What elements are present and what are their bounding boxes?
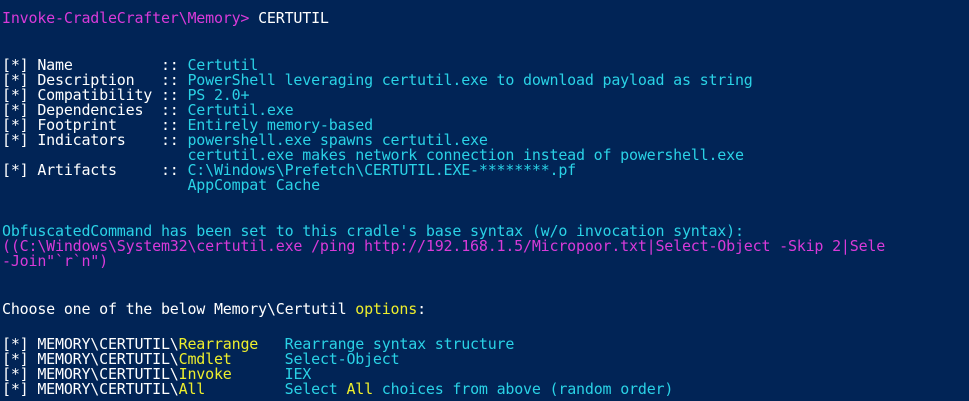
obfuscated-command-line-1: ((C:\Windows\System32\certutil.exe /ping…: [2, 237, 886, 255]
info-value: PowerShell leveraging certutil.exe to do…: [187, 71, 753, 89]
info-row-artifacts-cont: AppCompat Cache: [2, 178, 320, 193]
option-all[interactable]: [*] MEMORY\CERTUTIL\All Select All choic…: [2, 382, 673, 397]
choose-options-word: options: [355, 300, 418, 318]
prompt-path: Invoke-CradleCrafter\Memory>: [2, 9, 250, 27]
info-value: AppCompat Cache: [187, 176, 320, 194]
info-label: [2, 176, 187, 194]
powershell-console[interactable]: Invoke-CradleCrafter\Memory> CERTUTIL [*…: [0, 0, 969, 401]
obfuscated-command-line-2: -Join"`r`n"): [2, 252, 108, 270]
option-desc-rest: choices from above (random order): [372, 380, 674, 398]
choose-suffix: :: [417, 300, 426, 318]
choose-line: Choose one of the below Memory\Certutil …: [2, 302, 426, 317]
option-key: All: [178, 380, 206, 398]
prompt-line: Invoke-CradleCrafter\Memory> CERTUTIL: [2, 11, 329, 26]
choose-prefix: Choose one of the below Memory\Certutil: [2, 300, 356, 318]
option-desc: Select: [284, 380, 347, 398]
option-prefix: [*] MEMORY\CERTUTIL\: [2, 380, 179, 398]
prompt-command: CERTUTIL: [249, 9, 329, 27]
option-desc-highlight: All: [346, 380, 373, 398]
option-pad: [205, 380, 284, 398]
